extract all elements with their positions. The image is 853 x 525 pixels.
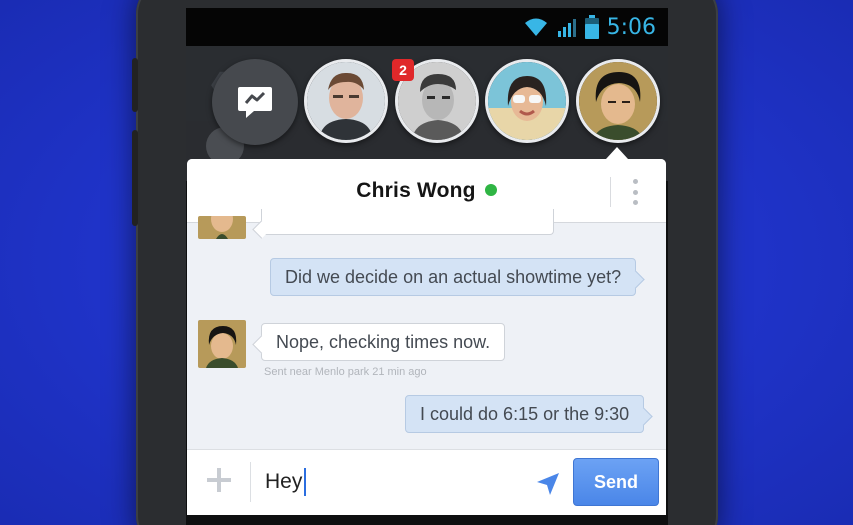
message-text: Did we decide on an actual showtime yet? xyxy=(285,266,622,287)
active-head-pointer xyxy=(606,147,628,159)
message-bubble-out: I could do 6:15 or the 9:30 xyxy=(405,395,645,433)
chat-head-contact-3[interactable] xyxy=(485,59,569,143)
partial-message-avatar xyxy=(198,216,246,239)
phone-side-button xyxy=(132,130,138,226)
text-caret xyxy=(304,468,307,496)
message-input-value: Hey xyxy=(265,470,303,493)
chat-title: Chris Wong xyxy=(187,179,666,203)
status-bar: 5:06 xyxy=(186,8,668,46)
message-input[interactable]: Hey xyxy=(265,466,307,498)
partial-message-bubble xyxy=(261,209,554,235)
messenger-icon xyxy=(238,87,272,118)
location-button[interactable] xyxy=(535,471,561,497)
chat-head-contact-1[interactable] xyxy=(304,59,388,143)
message-bubble-out: Did we decide on an actual showtime yet? xyxy=(270,258,637,296)
messenger-chat-head[interactable] xyxy=(212,59,298,145)
battery-icon xyxy=(584,15,599,39)
overflow-menu-icon[interactable] xyxy=(633,179,639,205)
chat-heads-bar: 2 xyxy=(212,59,662,145)
message-avatar xyxy=(198,320,246,368)
message-composer: Hey Send xyxy=(187,449,666,515)
message-meta: Sent near Menlo park 21 min ago xyxy=(264,366,427,378)
wifi-icon xyxy=(524,18,547,36)
composer-divider xyxy=(250,462,251,502)
contact-name: Chris Wong xyxy=(356,179,476,202)
header-divider xyxy=(610,177,611,207)
contact-avatar xyxy=(579,62,657,140)
online-status-dot xyxy=(484,184,497,196)
location-arrow-icon xyxy=(537,473,559,495)
contact-avatar xyxy=(488,62,566,140)
message-text: Nope, checking times now. xyxy=(276,331,491,352)
send-button[interactable]: Send xyxy=(573,458,659,506)
chat-window: Chris Wong Did we decide on an actual sh… xyxy=(187,159,666,515)
signal-icon xyxy=(557,19,576,37)
chat-head-chris-wong[interactable] xyxy=(576,59,660,143)
message-text: I could do 6:15 or the 9:30 xyxy=(420,403,630,424)
unread-badge: 2 xyxy=(392,59,414,81)
status-time: 5:06 xyxy=(606,14,656,40)
add-attachment-button[interactable] xyxy=(207,468,231,492)
message-bubble-in: Nope, checking times now. xyxy=(261,323,506,361)
phone-side-button xyxy=(132,58,138,112)
contact-avatar xyxy=(307,62,385,140)
